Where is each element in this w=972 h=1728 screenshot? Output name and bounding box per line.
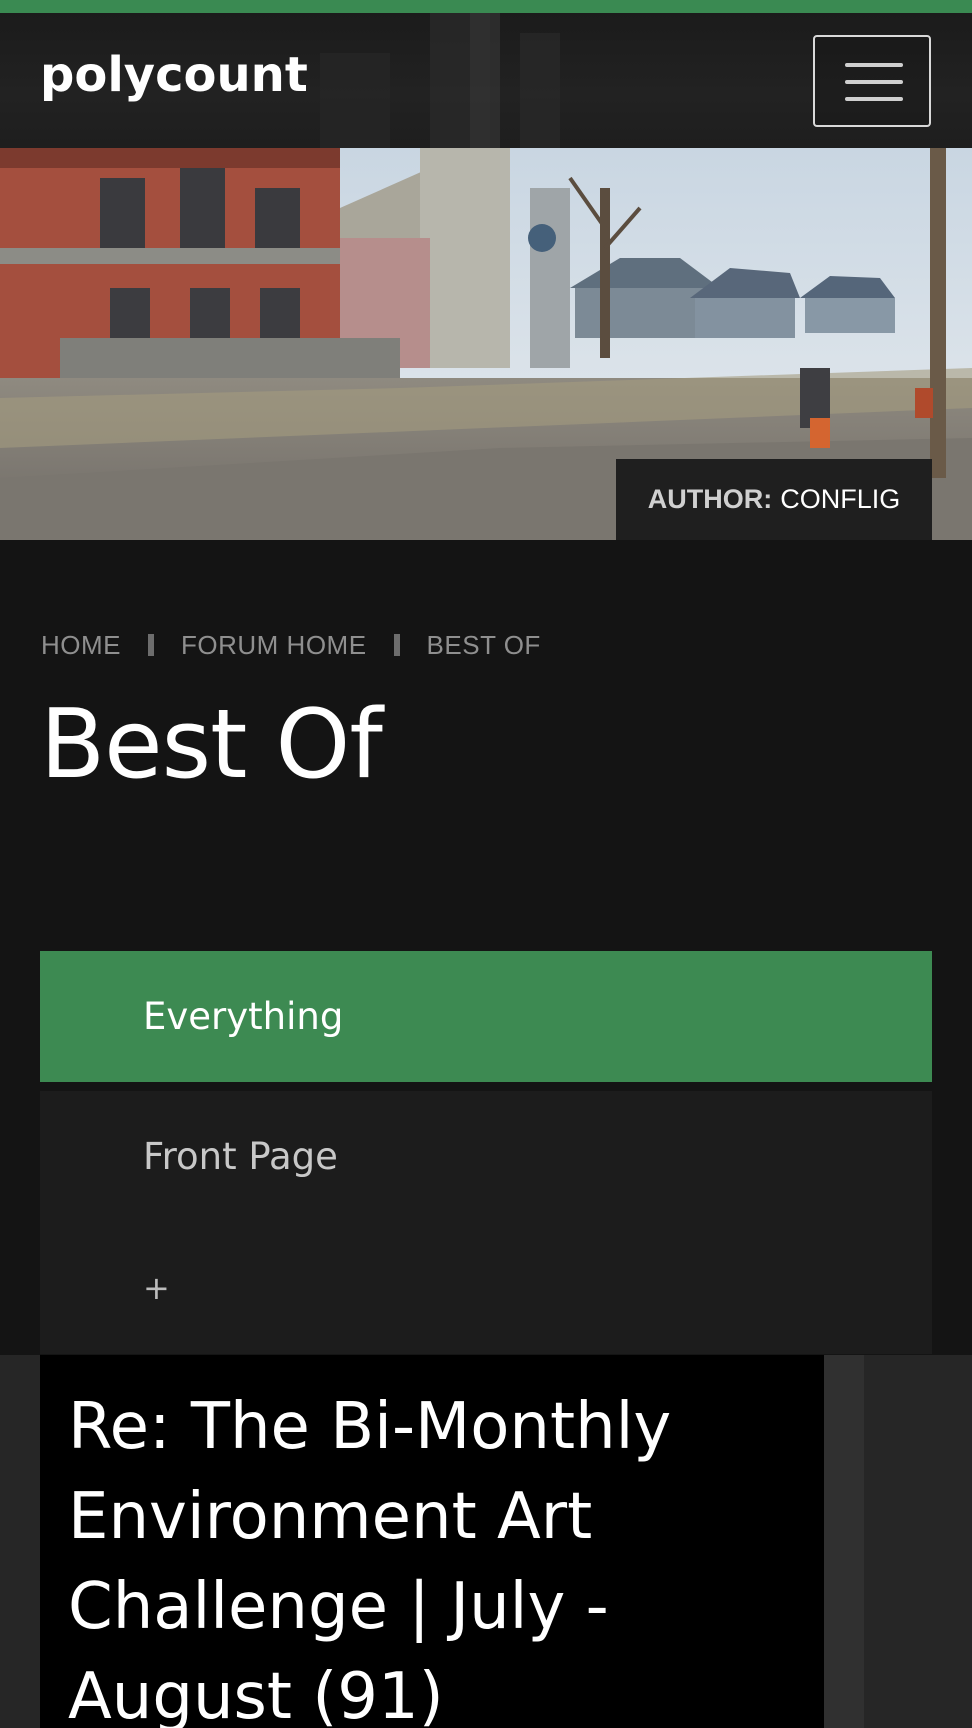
tab-more-plus[interactable]: + <box>40 1222 932 1354</box>
top-accent-bar <box>0 0 972 13</box>
author-name[interactable]: CONFLIG <box>780 484 900 515</box>
tab-front-page[interactable]: Front Page <box>40 1091 932 1222</box>
tab-everything[interactable]: Everything <box>40 951 932 1082</box>
post-title[interactable]: Re: The Bi-Monthly Environment Art Chall… <box>68 1382 788 1728</box>
breadcrumb-best-of[interactable]: BEST OF <box>427 630 541 661</box>
author-label: AUTHOR: <box>647 484 773 514</box>
breadcrumb-forum-home[interactable]: FORUM HOME <box>181 630 367 661</box>
page-title: Best Of <box>40 690 383 800</box>
author-credit-badge: AUTHOR: CONFLIG <box>616 459 932 540</box>
menu-button[interactable] <box>813 35 931 127</box>
breadcrumb-separator <box>148 634 154 656</box>
post-card-edge <box>824 1355 864 1728</box>
site-header: polycount <box>0 13 972 148</box>
hamburger-icon <box>845 63 903 67</box>
polycount-logo[interactable]: polycount <box>40 47 308 103</box>
breadcrumb-separator <box>393 634 400 656</box>
breadcrumb: HOME FORUM HOME BEST OF <box>41 628 541 662</box>
breadcrumb-home[interactable]: HOME <box>41 630 121 661</box>
page: polycount AUTHOR: CONFLIG HOME FORUM HOM… <box>0 0 972 1728</box>
